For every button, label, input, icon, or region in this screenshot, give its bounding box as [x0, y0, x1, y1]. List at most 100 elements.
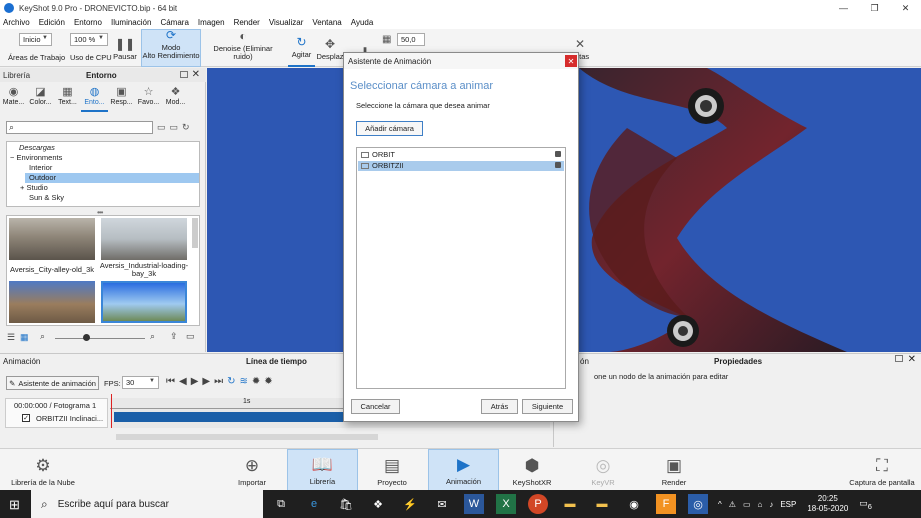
dropbox-icon[interactable]: ❖: [368, 494, 388, 514]
close-panel-icon[interactable]: ✕: [192, 69, 200, 80]
tab-backplates[interactable]: ▣ Resp...: [108, 84, 135, 112]
slider-handle[interactable]: [83, 334, 90, 341]
playhead[interactable]: [111, 394, 117, 428]
menu-visualizar[interactable]: Visualizar: [269, 18, 304, 27]
menu-ventana[interactable]: Ventana: [312, 18, 341, 27]
taskbar-search-input[interactable]: ⌕ Escribe aquí para buscar: [31, 490, 263, 518]
play-icon[interactable]: ▶: [191, 376, 199, 387]
word-icon[interactable]: W: [464, 494, 484, 514]
menu-imagen[interactable]: Imagen: [198, 18, 225, 27]
thumbnail-size-slider[interactable]: [55, 338, 145, 339]
close-window-button[interactable]: ✕: [890, 0, 921, 16]
edge-icon[interactable]: e: [304, 494, 324, 514]
zoom-in-icon[interactable]: ⌕: [150, 331, 155, 342]
lock-icon[interactable]: [555, 151, 561, 157]
animation-button[interactable]: ▶ Animación: [428, 449, 499, 491]
close-panel-icon[interactable]: ✕: [908, 354, 916, 365]
folder-add-icon[interactable]: ▭: [170, 122, 179, 133]
notifications-icon[interactable]: ▭6: [859, 498, 872, 511]
tree-item-sun-sky[interactable]: Sun & Sky: [29, 193, 64, 203]
tree-item-descargas[interactable]: Descargas: [19, 143, 55, 153]
first-frame-icon[interactable]: ⏮: [166, 376, 175, 387]
tree-item-environments[interactable]: − Environments: [10, 153, 62, 163]
minimize-button[interactable]: —: [828, 0, 859, 16]
lock-icon[interactable]: [555, 162, 561, 168]
camera-item-orbit[interactable]: ORBIT: [358, 150, 564, 160]
menu-archivo[interactable]: Archivo: [3, 18, 30, 27]
keyshotxr-button[interactable]: ⬢ KeyShotXR: [510, 449, 554, 491]
keyvr-button[interactable]: ◎ KeyVR: [585, 449, 621, 491]
app-icon[interactable]: ⚡: [400, 494, 420, 514]
menu-entorno[interactable]: Entorno: [74, 18, 102, 27]
volume-icon[interactable]: ♪: [769, 500, 773, 509]
env-thumb-city-alley[interactable]: [9, 218, 95, 260]
loop-icon[interactable]: ↻: [227, 376, 235, 387]
tab-models[interactable]: ❖ Mod...: [162, 84, 189, 112]
motion-path-icon[interactable]: ≋: [240, 376, 248, 387]
menu-ayuda[interactable]: Ayuda: [351, 18, 374, 27]
track-name[interactable]: ORBITZII Inclinaci...: [36, 414, 103, 423]
menu-render[interactable]: Render: [234, 18, 260, 27]
denoise-button[interactable]: ◐ Denoise (Eliminar ruido): [203, 29, 283, 67]
battery-icon[interactable]: ▭: [743, 500, 751, 509]
last-frame-icon[interactable]: ⏭: [214, 376, 223, 387]
powerpoint-icon[interactable]: P: [528, 494, 548, 514]
undock-icon[interactable]: [895, 355, 903, 362]
restore-button[interactable]: ❐: [859, 0, 890, 16]
refresh-icon[interactable]: ↻: [182, 122, 190, 133]
workspace-select[interactable]: Inicio ▼: [19, 33, 52, 46]
folder-icon[interactable]: ▭: [157, 122, 166, 133]
track-checkbox[interactable]: ✓: [22, 414, 30, 422]
animation-wizard-button[interactable]: ✎ Asistente de animación: [6, 376, 99, 390]
fps-select[interactable]: 30 ▼: [122, 376, 159, 389]
tree-item-interior[interactable]: Interior: [29, 163, 52, 173]
list-view-icon[interactable]: ☰: [7, 332, 15, 343]
zoom-out-icon[interactable]: ⌕: [40, 331, 45, 342]
thumbnails-scrollbar[interactable]: [192, 218, 198, 248]
env-thumb-sky[interactable]: [101, 281, 187, 323]
chrome-icon[interactable]: ◉: [624, 494, 644, 514]
back-button[interactable]: Atrás: [481, 399, 518, 414]
dialog-close-button[interactable]: ✕: [565, 55, 577, 67]
import-button[interactable]: ⊕ Importar: [232, 449, 272, 491]
prev-frame-icon[interactable]: ◀: [179, 376, 187, 387]
upload-icon[interactable]: ⇪: [170, 331, 178, 342]
tab-textures[interactable]: ▦ Text...: [54, 84, 81, 112]
task-view-icon[interactable]: ⧉: [271, 494, 291, 514]
camera-item-orbitzii[interactable]: ORBITZII: [358, 161, 564, 171]
performance-mode-button[interactable]: ⟳ Modo Alto Rendimiento: [141, 29, 201, 67]
folder-icon[interactable]: ▬: [592, 494, 612, 514]
tree-item-outdoor[interactable]: Outdoor: [25, 173, 199, 183]
undock-icon[interactable]: [180, 71, 188, 78]
tab-colors[interactable]: ◪ Color...: [27, 84, 54, 112]
tab-environments[interactable]: ◍ Ento...: [81, 84, 108, 112]
next-button[interactable]: Siguiente: [522, 399, 573, 414]
move-button[interactable]: ✥ Desplaz: [316, 29, 343, 67]
shake-button[interactable]: ↻ Agitar: [288, 29, 315, 67]
menu-camara[interactable]: Cámara: [160, 18, 188, 27]
env-thumb-industrial[interactable]: [101, 218, 187, 260]
app-tray-icon[interactable]: ⚠: [729, 500, 736, 509]
preview-icon[interactable]: ✹: [264, 376, 272, 387]
render-button[interactable]: ▣ Render: [656, 449, 692, 491]
network-icon[interactable]: ⌂: [758, 500, 763, 509]
windows-start-icon[interactable]: ⊞: [9, 497, 20, 513]
menu-iluminacion[interactable]: Iluminación: [111, 18, 151, 27]
excel-icon[interactable]: X: [496, 494, 516, 514]
library-button[interactable]: 📖 Librería: [287, 449, 358, 491]
grid-view-icon[interactable]: ▦: [20, 332, 29, 343]
value-input[interactable]: 50,0: [397, 33, 425, 46]
env-thumb-courtyard[interactable]: [9, 281, 95, 323]
store-icon[interactable]: 🛍: [336, 494, 356, 514]
project-button[interactable]: ▤ Proyecto: [370, 449, 414, 491]
add-camera-button[interactable]: Añadir cámara: [356, 121, 423, 136]
next-frame-icon[interactable]: ▶: [202, 376, 210, 387]
mail-icon[interactable]: ✉: [432, 494, 452, 514]
screenshot-button[interactable]: ⛶ Captura de pantalla: [846, 449, 918, 491]
cancel-button[interactable]: Cancelar: [351, 399, 400, 414]
cpu-usage-select[interactable]: 100 % ▼: [70, 33, 108, 46]
keyshot-taskbar-icon[interactable]: ◎: [688, 494, 708, 514]
settings-icon[interactable]: ✹: [252, 376, 260, 387]
app-f-icon[interactable]: F: [656, 494, 676, 514]
file-explorer-icon[interactable]: ▬: [560, 494, 580, 514]
